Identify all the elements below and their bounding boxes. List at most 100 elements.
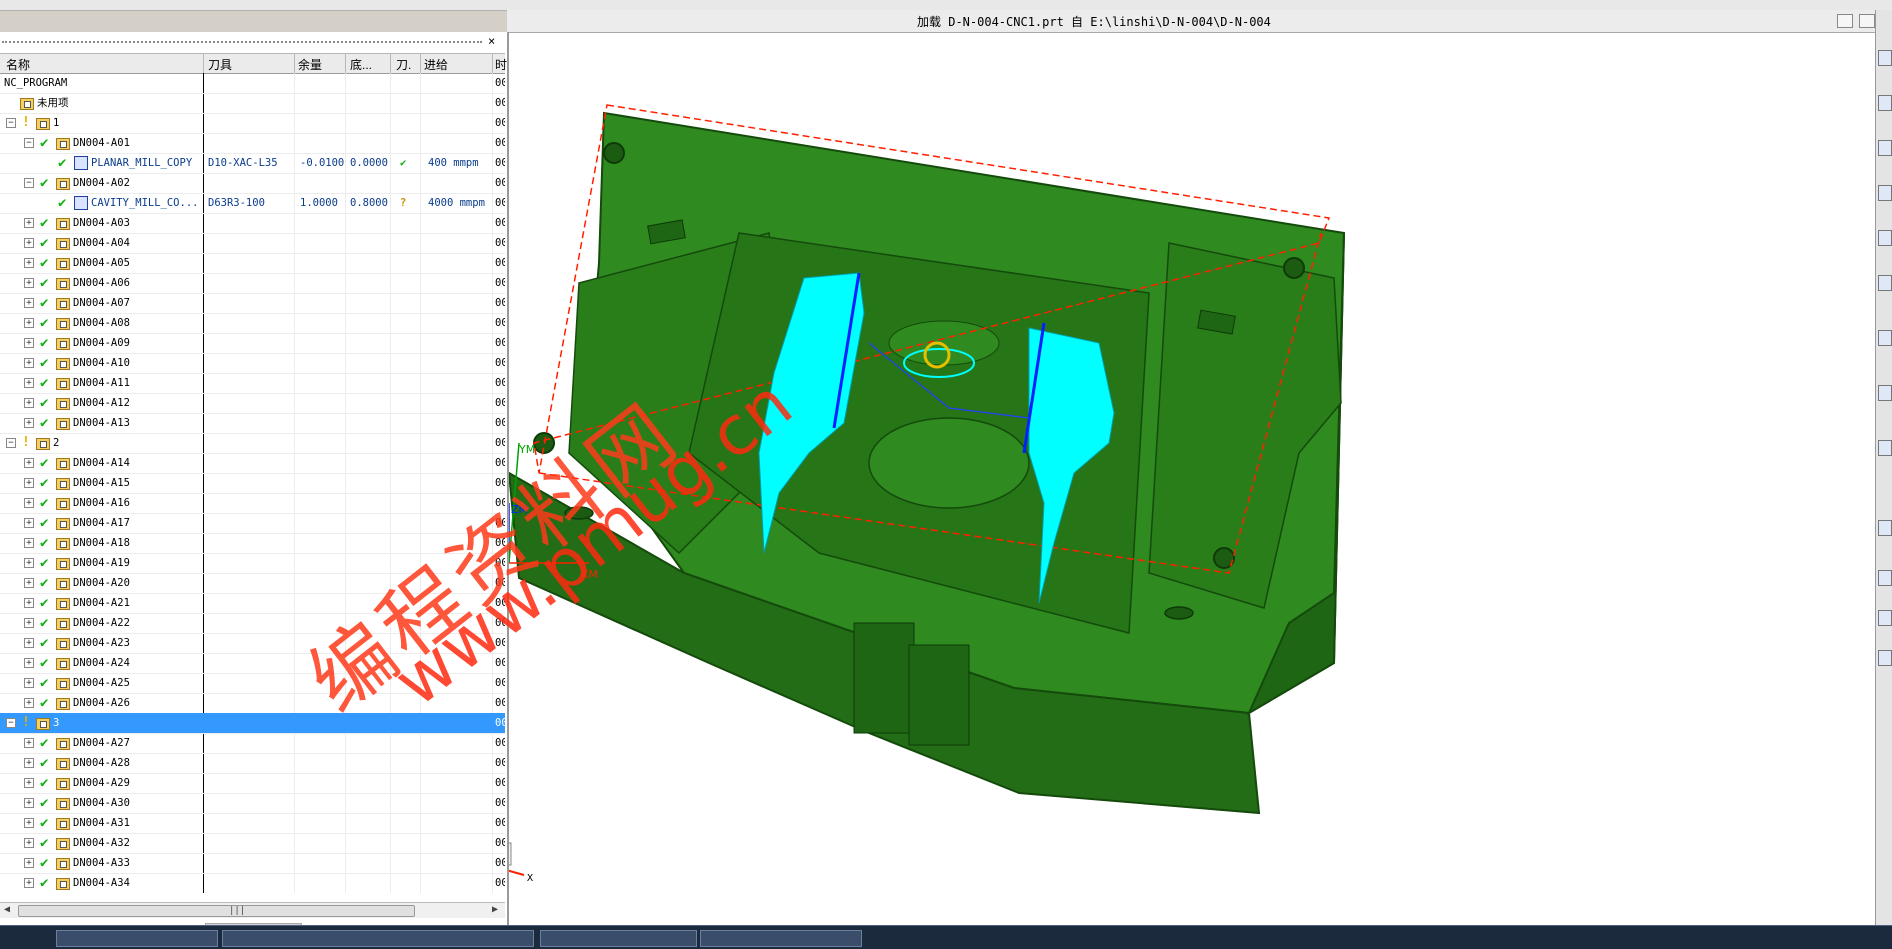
tree-row[interactable]: + ✔ DN004-A12 00 (0, 393, 505, 414)
taskbar-item[interactable] (222, 930, 534, 947)
collapse-icon[interactable]: − (6, 118, 16, 128)
column-header-cell[interactable]: 刀具 (208, 56, 232, 73)
expand-icon[interactable]: + (24, 558, 34, 568)
tree-row[interactable]: −! 2 00 (0, 433, 505, 454)
expand-icon[interactable]: + (24, 518, 34, 528)
restore-button[interactable] (1859, 14, 1875, 28)
column-divider[interactable] (390, 54, 391, 73)
expand-icon[interactable]: + (24, 378, 34, 388)
tree-row[interactable]: NC_PROGRAM 00 (0, 73, 505, 94)
column-header-cell[interactable]: 余量 (298, 56, 322, 73)
tree-row[interactable]: −! 1 00 (0, 113, 505, 134)
resource-icon[interactable] (1878, 230, 1892, 246)
resource-icon[interactable] (1878, 650, 1892, 666)
tree-row[interactable]: + ✔ DN004-A16 00 (0, 493, 505, 514)
panel-close-icon[interactable]: × (488, 34, 495, 48)
tree-row[interactable]: − ✔ DN004-A02 00 (0, 173, 505, 194)
resource-icon[interactable] (1878, 275, 1892, 291)
expand-icon[interactable]: + (24, 278, 34, 288)
tree-row[interactable]: + ✔ DN004-A11 00 (0, 373, 505, 394)
tree-row[interactable]: + ✔ DN004-A29 00 (0, 773, 505, 794)
scroll-right-icon[interactable]: ▶ (492, 904, 498, 915)
resource-icon[interactable] (1878, 520, 1892, 536)
resource-icon[interactable] (1878, 610, 1892, 626)
tree-row[interactable]: + ✔ DN004-A32 00 (0, 833, 505, 854)
expand-icon[interactable]: + (24, 698, 34, 708)
tree-row[interactable]: + ✔ DN004-A03 00 (0, 213, 505, 234)
tree-row[interactable]: + ✔ DN004-A33 00 (0, 853, 505, 874)
expand-icon[interactable]: + (24, 418, 34, 428)
taskbar-item[interactable] (56, 930, 218, 947)
operation-row[interactable]: ✔ PLANAR_MILL_COPY D10-XAC-L35 -0.0100 0.000… (0, 153, 505, 174)
expand-icon[interactable]: + (24, 538, 34, 548)
expand-icon[interactable]: + (24, 358, 34, 368)
column-divider[interactable] (345, 54, 346, 73)
horizontal-scrollbar[interactable]: ◀ ||| ▶ (0, 902, 505, 918)
expand-icon[interactable]: + (24, 758, 34, 768)
collapse-icon[interactable]: − (24, 178, 34, 188)
expand-icon[interactable]: + (24, 398, 34, 408)
tree-row[interactable]: + ✔ DN004-A09 00 (0, 333, 505, 354)
expand-icon[interactable]: + (24, 738, 34, 748)
column-divider[interactable] (294, 54, 295, 73)
expand-icon[interactable]: + (24, 878, 34, 888)
expand-icon[interactable]: + (24, 298, 34, 308)
tree-row[interactable]: + ✔ DN004-A28 00 (0, 753, 505, 774)
resource-icon[interactable] (1878, 95, 1892, 111)
tree-row[interactable]: + ✔ DN004-A05 00 (0, 253, 505, 274)
tree-row[interactable]: + ✔ DN004-A04 00 (0, 233, 505, 254)
scroll-left-icon[interactable]: ◀ (4, 904, 10, 915)
panel-grip[interactable] (2, 41, 482, 43)
expand-icon[interactable]: + (24, 478, 34, 488)
tree-row[interactable]: + ✔ DN004-A07 00 (0, 293, 505, 314)
expand-icon[interactable]: + (24, 798, 34, 808)
expand-icon[interactable]: + (24, 338, 34, 348)
minimize-button[interactable] (1837, 14, 1853, 28)
resource-icon[interactable] (1878, 185, 1892, 201)
expand-icon[interactable]: + (24, 858, 34, 868)
tree-row[interactable]: + ✔ DN004-A06 00 (0, 273, 505, 294)
collapse-icon[interactable]: − (24, 138, 34, 148)
tree-row[interactable]: + ✔ DN004-A31 00 (0, 813, 505, 834)
resource-icon[interactable] (1878, 440, 1892, 456)
column-divider[interactable] (492, 54, 493, 73)
column-header-cell[interactable]: 刀. (396, 56, 411, 73)
expand-icon[interactable]: + (24, 838, 34, 848)
expand-icon[interactable]: + (24, 318, 34, 328)
view-triad[interactable]: Y X (509, 817, 533, 884)
resource-icon[interactable] (1878, 330, 1892, 346)
scroll-thumb[interactable]: ||| (18, 905, 415, 917)
operation-row[interactable]: ✔ CAVITY_MILL_CO... D63R3-100 1.0000 0.8000 4… (0, 193, 505, 214)
tree-row[interactable]: − ✔ DN004-A01 00 (0, 133, 505, 154)
tree-row[interactable]: + ✔ DN004-A34 00 (0, 873, 505, 893)
expand-icon[interactable]: + (24, 498, 34, 508)
tree-row[interactable]: + ✔ DN004-A14 00 (0, 453, 505, 474)
tree-row[interactable]: + ✔ DN004-A13 00 (0, 413, 505, 434)
expand-icon[interactable]: + (24, 618, 34, 628)
tree-row[interactable]: + ✔ DN004-A30 00 (0, 793, 505, 814)
tree-row[interactable]: + ✔ DN004-A10 00 (0, 353, 505, 374)
column-header-cell[interactable]: 名称 (6, 56, 30, 73)
resource-icon[interactable] (1878, 50, 1892, 66)
expand-icon[interactable]: + (24, 638, 34, 648)
resource-icon[interactable] (1878, 140, 1892, 156)
column-header-cell[interactable]: 时 (495, 56, 507, 73)
collapse-icon[interactable]: − (6, 438, 16, 448)
expand-icon[interactable]: + (24, 598, 34, 608)
expand-icon[interactable]: + (24, 258, 34, 268)
expand-icon[interactable]: + (24, 218, 34, 228)
tree-row[interactable]: 未用项 00 (0, 93, 505, 114)
expand-icon[interactable]: + (24, 578, 34, 588)
expand-icon[interactable]: + (24, 678, 34, 688)
resource-icon[interactable] (1878, 385, 1892, 401)
tree-row[interactable]: + ✔ DN004-A27 00 (0, 733, 505, 754)
expand-icon[interactable]: + (24, 458, 34, 468)
column-header-cell[interactable]: 进给 (424, 56, 448, 73)
expand-icon[interactable]: + (24, 818, 34, 828)
expand-icon[interactable]: + (24, 658, 34, 668)
column-divider[interactable] (420, 54, 421, 73)
tree-row[interactable]: + ✔ DN004-A15 00 (0, 473, 505, 494)
expand-icon[interactable]: + (24, 238, 34, 248)
column-divider[interactable] (203, 54, 204, 73)
expand-icon[interactable]: + (24, 778, 34, 788)
